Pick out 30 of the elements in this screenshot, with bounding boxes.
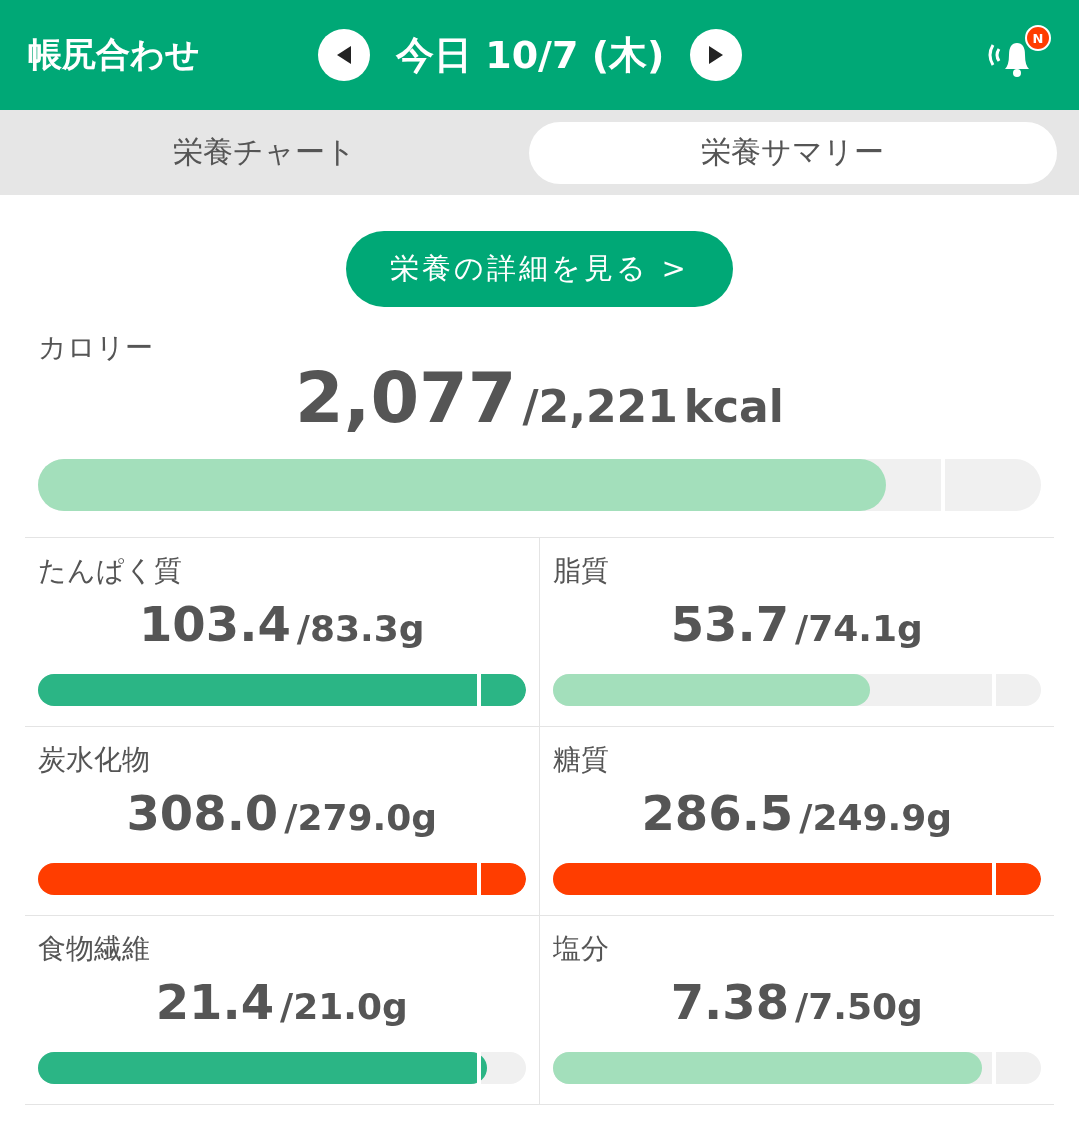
nutrient-label: 炭水化物 [38, 742, 151, 778]
nutrient-label: 脂質 [552, 553, 610, 589]
nutrient-target: /7.50g [795, 986, 923, 1027]
nutrient-target: /83.3g [296, 608, 425, 649]
date-label: 今日 10/7 (木) [396, 31, 665, 79]
calorie-target: /2,221 [522, 381, 678, 432]
nutrient-value: 21.4 [155, 974, 275, 1030]
notification-badge: N [1025, 25, 1051, 51]
calorie-value: 2,077 [295, 357, 517, 439]
nutrient-value: 308.0 [126, 785, 279, 841]
nutrient-value: 53.7 [670, 596, 790, 652]
nutrient-label: たんぱく質 [38, 553, 183, 589]
tab[interactable]: 栄養チャート [0, 121, 529, 184]
calorie-label: カロリー [38, 330, 154, 366]
calorie-unit: kcal [683, 381, 784, 432]
nutrition-details-button[interactable]: 栄養の詳細を見る > [346, 231, 733, 307]
nutrient-target: /249.9g [799, 797, 953, 838]
nutrient-target: /21.0g [280, 986, 408, 1027]
nutrient-label: 塩分 [552, 931, 610, 967]
tab[interactable]: 栄養サマリー [528, 121, 1057, 184]
nutrient-label: 糖質 [552, 742, 610, 778]
nutrient-value: 103.4 [138, 596, 291, 652]
nutrient-target: /279.0g [284, 797, 438, 838]
previous-day-button[interactable] [318, 29, 370, 81]
nutrient-value: 7.38 [670, 974, 790, 1030]
next-day-button[interactable] [690, 29, 743, 81]
nutrient-value: 286.5 [641, 785, 794, 841]
nutrient-target: /74.1g [795, 608, 923, 649]
app-title: 帳尻合わせ [28, 33, 201, 76]
nutrient-label: 食物繊維 [38, 931, 151, 967]
